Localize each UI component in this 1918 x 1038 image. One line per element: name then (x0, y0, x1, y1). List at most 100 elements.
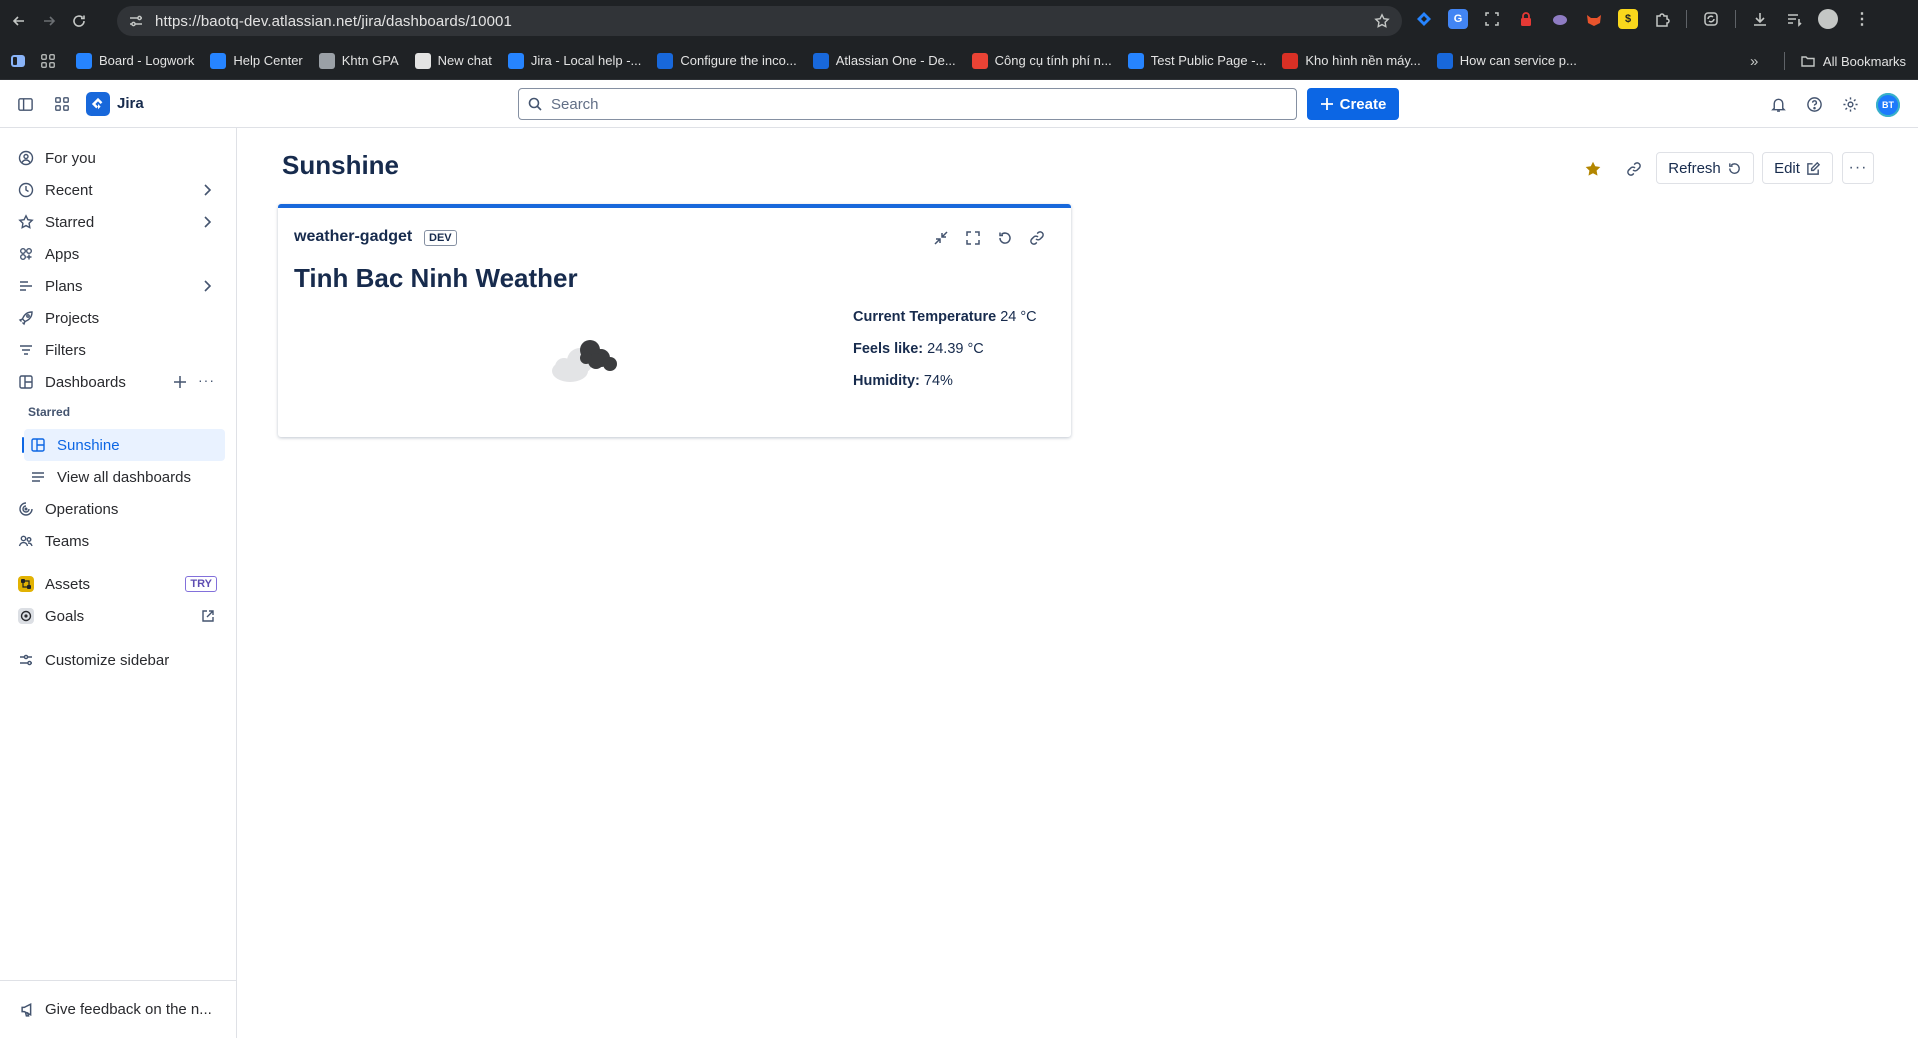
edit-button[interactable]: Edit (1762, 152, 1833, 184)
user-avatar[interactable]: BT (1876, 93, 1900, 117)
minimize-icon[interactable] (931, 228, 951, 248)
settings-gear-icon[interactable] (1839, 93, 1861, 115)
chevron-right-icon[interactable] (199, 182, 215, 198)
reading-list-icon[interactable] (1784, 9, 1804, 29)
jira-logo-icon[interactable] (86, 92, 110, 116)
dev-badge: DEV (424, 230, 457, 246)
toolbar-divider (1735, 10, 1736, 28)
sidebar-item-starred[interactable]: Starred (12, 206, 225, 238)
gadget-link-icon[interactable] (1027, 228, 1047, 248)
sync-icon[interactable] (1701, 9, 1721, 29)
bookmark-label: Kho hình nền máy... (1305, 53, 1421, 68)
download-icon[interactable] (1750, 9, 1770, 29)
sidebar-item-view-all-dashboards[interactable]: View all dashboards (24, 461, 225, 493)
cloud-extension-icon[interactable] (1550, 9, 1570, 29)
address-bar[interactable]: https://baotq-dev.atlassian.net/jira/das… (117, 6, 1402, 36)
app-switcher-icon[interactable] (51, 93, 73, 115)
bookmark-item[interactable]: Jira - Local help -... (500, 48, 650, 74)
sidebar-item-assets[interactable]: Assets TRY (12, 568, 225, 600)
toolbar-divider (1686, 10, 1687, 28)
sidebar-toggle-icon[interactable] (14, 93, 36, 115)
bookmark-item[interactable]: New chat (407, 48, 500, 74)
chevron-right-icon[interactable] (199, 214, 215, 230)
sidebar-item-goals[interactable]: Goals (12, 600, 225, 632)
app-name[interactable]: Jira (117, 95, 144, 112)
bookmark-favicon-icon (971, 52, 988, 69)
sidebar-item-customize-sidebar[interactable]: Customize sidebar (12, 644, 225, 676)
give-feedback-button[interactable]: Give feedback on the n... (0, 980, 237, 1038)
sidebar-item-label: Plans (45, 277, 83, 295)
sidebar-item-for-you[interactable]: For you (12, 142, 225, 174)
translate-extension-icon[interactable]: G (1448, 9, 1468, 29)
help-icon[interactable] (1803, 93, 1825, 115)
bookmark-item[interactable]: Atlassian One - De... (805, 48, 964, 74)
bookmark-label: Test Public Page -... (1150, 53, 1267, 68)
sidebar-item-label: Goals (45, 607, 85, 625)
sidebar-item-teams[interactable]: Teams (12, 525, 225, 557)
apps-icon (16, 244, 36, 264)
current-temp-label: Current Temperature (853, 309, 997, 325)
refresh-button[interactable]: Refresh (1656, 152, 1754, 184)
all-bookmarks-label: All Bookmarks (1822, 53, 1906, 69)
sidebar-item-label: Operations (45, 500, 119, 518)
lock-extension-icon[interactable] (1516, 9, 1536, 29)
sidebar-item-projects[interactable]: Projects (12, 302, 225, 334)
bookmark-item[interactable]: Công cụ tính phí n... (964, 48, 1120, 74)
sidebar-item-operations[interactable]: Operations (12, 493, 225, 525)
sidebar-item-label: Dashboards (45, 373, 126, 391)
bookmark-item[interactable]: How can service p... (1429, 48, 1585, 74)
puzzle-extensions-icon[interactable] (1652, 9, 1672, 29)
list-icon (28, 467, 48, 487)
refresh-gadget-icon[interactable] (995, 228, 1015, 248)
bookmark-item[interactable]: Configure the inco... (649, 48, 804, 74)
apps-grid-icon[interactable] (38, 51, 58, 71)
bookmarks-bar: Board - Logwork Help Center Khtn GPA New ch… (0, 42, 1918, 80)
sidebar-item-apps[interactable]: Apps (12, 238, 225, 270)
all-bookmarks-button[interactable]: All Bookmarks (1783, 48, 1906, 74)
add-dashboard-icon[interactable] (173, 375, 187, 389)
fox-extension-icon[interactable] (1584, 9, 1604, 29)
sidebar-item-recent[interactable]: Recent (12, 174, 225, 206)
star-filled-icon (1585, 161, 1601, 176)
dollar-extension-icon[interactable]: $ (1618, 9, 1638, 29)
reload-icon[interactable] (68, 10, 90, 32)
starred-section-heading: Starred (28, 405, 71, 419)
copy-link-button[interactable] (1621, 156, 1647, 182)
back-icon[interactable] (8, 10, 30, 32)
more-bookmarks-icon[interactable]: » (1750, 53, 1758, 70)
notifications-bell-icon[interactable] (1767, 93, 1789, 115)
forward-icon[interactable] (38, 10, 60, 32)
feels-like-value: 24.39 °C (927, 341, 984, 357)
site-info-icon[interactable] (127, 12, 145, 30)
sidebar-item-dashboards[interactable]: Dashboards ··· (12, 366, 225, 398)
clock-icon (16, 180, 36, 200)
plans-icon (16, 276, 36, 296)
create-button[interactable]: Create (1307, 88, 1399, 120)
bookmark-item[interactable]: Board - Logwork (68, 48, 202, 74)
screenshot-extension-icon[interactable] (1482, 9, 1502, 29)
search-field[interactable] (518, 88, 1297, 120)
chevron-right-icon[interactable] (199, 278, 215, 294)
more-options-button[interactable]: ··· (1842, 152, 1874, 184)
profile-avatar-icon[interactable] (1818, 9, 1838, 29)
chrome-menu-icon[interactable]: ⋮ (1852, 9, 1872, 29)
bookmark-item[interactable]: Kho hình nền máy... (1274, 48, 1428, 74)
sidebar-item-filters[interactable]: Filters (12, 334, 225, 366)
bookmark-label: Jira - Local help -... (530, 53, 642, 68)
bookmark-label: Board - Logwork (99, 53, 195, 68)
star-dashboard-button[interactable] (1580, 156, 1606, 182)
more-actions-icon[interactable]: ··· (198, 372, 215, 388)
bookmark-star-icon[interactable] (1374, 13, 1390, 29)
bookmark-item[interactable]: Test Public Page -... (1120, 48, 1275, 74)
search-input[interactable] (551, 95, 1251, 113)
jira-extension-icon[interactable] (1414, 9, 1434, 29)
side-panel-icon[interactable] (8, 51, 28, 71)
goals-icon (16, 606, 36, 626)
fullscreen-icon[interactable] (963, 228, 983, 248)
refresh-icon (1728, 162, 1740, 174)
bookmark-item[interactable]: Khtn GPA (311, 48, 407, 74)
sidebar-item-plans[interactable]: Plans (12, 270, 225, 302)
bookmark-favicon-icon (76, 52, 92, 69)
sidebar-item-sunshine[interactable]: Sunshine (24, 429, 225, 461)
bookmark-item[interactable]: Help Center (202, 48, 310, 74)
